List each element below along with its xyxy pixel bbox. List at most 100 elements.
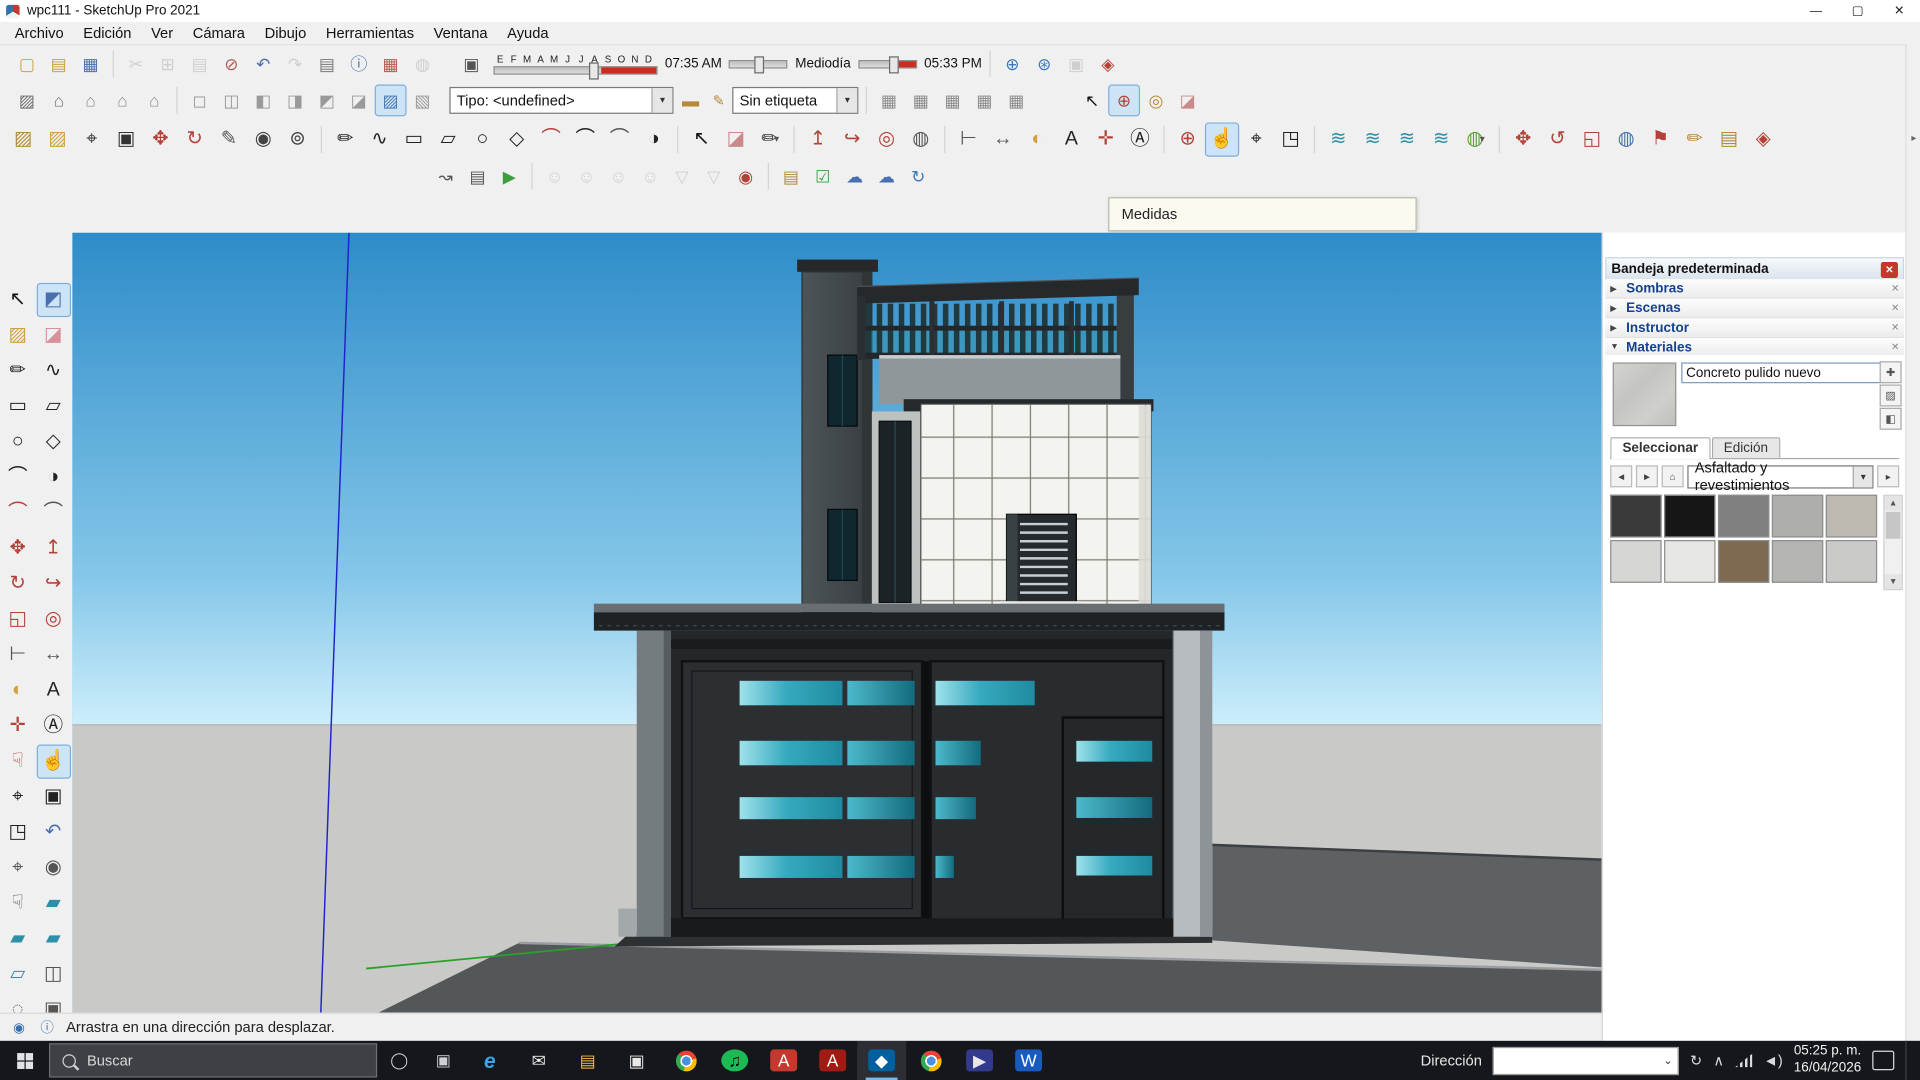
taskbar-app-mail[interactable]: ✉ — [514, 1041, 563, 1080]
back-edges-button[interactable]: ▧ — [408, 85, 437, 114]
start-button[interactable] — [0, 1041, 49, 1080]
style-a-button[interactable]: ▽ — [667, 162, 696, 191]
arc-tool-button[interactable]: ⌒ — [535, 123, 567, 155]
shaded-button[interactable]: ◧ — [249, 85, 278, 114]
style-edit-button[interactable]: ▨ — [12, 85, 41, 114]
follow-me-tool[interactable]: ↪ — [37, 568, 69, 600]
paint-bucket-button[interactable]: ▨ — [7, 123, 39, 155]
paint-roller-button[interactable]: ▬ — [676, 85, 705, 114]
sync-button[interactable]: ↻ — [904, 162, 933, 191]
taskbar-app-acrobat[interactable]: A — [808, 1041, 857, 1080]
3d-text-tool[interactable]: Ⓐ — [37, 710, 69, 742]
material-category-dropdown[interactable]: Asfaltado y revestimientos ▾ — [1687, 465, 1873, 488]
run-extension-button[interactable]: ▶ — [495, 162, 524, 191]
tape-measure-button[interactable]: ⊢ — [953, 123, 985, 155]
dimension-tool[interactable]: ↔ — [37, 639, 69, 671]
axes-tool-button[interactable]: ✛ — [1090, 123, 1122, 155]
section-layers-button-4[interactable]: ≋ — [1425, 123, 1457, 155]
zoom-extents-tool[interactable]: ◳ — [2, 817, 34, 849]
house-model[interactable] — [72, 233, 1601, 1013]
flag-button[interactable]: ⚑ — [1644, 123, 1676, 155]
zoom-tool-button[interactable]: ⌖ — [76, 123, 108, 155]
sample-paint-button[interactable]: ✎ — [213, 123, 245, 155]
scale-tool[interactable]: ◱ — [2, 604, 34, 636]
section-fill-tool[interactable]: ▰ — [2, 923, 34, 955]
section-close-button[interactable]: ✕ — [1891, 302, 1899, 313]
layers-grid-button-3[interactable]: ▦ — [938, 85, 967, 114]
menu-ayuda[interactable]: Ayuda — [497, 24, 558, 41]
rotated-rectangle-button[interactable]: ▱ — [432, 123, 464, 155]
taskbar-search[interactable]: Buscar — [49, 1043, 377, 1077]
open-button[interactable]: ▤ — [44, 49, 73, 78]
zoom-in-button[interactable]: ⌖ — [1240, 123, 1272, 155]
add-location-button[interactable]: ⊕ — [998, 49, 1027, 78]
back-button[interactable]: ◄ — [1610, 465, 1632, 487]
delete-button[interactable]: ⊘ — [217, 49, 246, 78]
eraser-tool-button[interactable]: ◪ — [720, 123, 752, 155]
axes-rotate-button[interactable]: ↺ — [1542, 123, 1574, 155]
taskbar-app-media-app[interactable]: ▶ — [955, 1041, 1004, 1080]
scroll-down-icon[interactable]: ▼ — [1884, 574, 1901, 589]
shadows-toggle-button[interactable]: ▣ — [457, 49, 486, 78]
circle-tool[interactable]: ○ — [2, 426, 34, 458]
dropdown-arrow-icon[interactable]: ▾ — [1480, 133, 1485, 144]
taskbar-app-word[interactable]: W — [1004, 1041, 1053, 1080]
shadow-date-slider[interactable]: EFMAMJJASOND — [493, 53, 657, 74]
record-video-button[interactable]: ◉ — [731, 162, 760, 191]
wireframe-button[interactable]: ◻ — [185, 85, 214, 114]
dimension-button[interactable]: ↔ — [987, 123, 1019, 155]
eraser-tool[interactable]: ◪ — [37, 320, 69, 352]
new-document-button[interactable]: ▢ — [12, 49, 41, 78]
style-b-button[interactable]: ▽ — [699, 162, 728, 191]
protractor-tool[interactable]: ◐ — [2, 675, 34, 707]
scroll-thumb[interactable] — [1886, 512, 1901, 539]
paint-sample-button[interactable]: ▨ — [1880, 384, 1902, 406]
select-cursor-button[interactable]: ↖ — [1078, 85, 1107, 114]
offset-tool[interactable]: ◎ — [37, 604, 69, 636]
pie-tool[interactable]: ◑ — [37, 462, 69, 494]
line-tool-button[interactable]: ✏ — [329, 123, 361, 155]
polygon-tool-button[interactable]: ◇ — [501, 123, 533, 155]
tray-close-button[interactable]: ✕ — [1881, 261, 1898, 277]
volume-icon[interactable]: ◄) — [1763, 1052, 1782, 1069]
walk-feet-tool[interactable]: ☟ — [2, 888, 34, 920]
iso-view-button[interactable]: ⌂ — [76, 85, 105, 114]
top-view-button[interactable]: ⌂ — [108, 85, 137, 114]
axes-scale-button[interactable]: ◱ — [1576, 123, 1608, 155]
look-around-tool[interactable]: ◉ — [37, 852, 69, 884]
layers-grid-button-1[interactable]: ▦ — [874, 85, 903, 114]
axes-tool[interactable]: ✛ — [2, 710, 34, 742]
shaded-textures-button[interactable]: ◨ — [280, 85, 309, 114]
text-tool[interactable]: A — [37, 675, 69, 707]
cortana-icon[interactable]: ◯ — [377, 1041, 421, 1080]
previous-view-tool[interactable]: ↶ — [37, 817, 69, 849]
pie-tool-button[interactable]: ◑ — [638, 123, 670, 155]
two-point-arc-tool[interactable]: ⌒ — [2, 497, 34, 529]
line-style-button[interactable]: ✏▾ — [754, 123, 786, 155]
refresh-icon[interactable]: ↻ — [1690, 1052, 1702, 1069]
taskbar-app-chrome-2[interactable] — [906, 1041, 955, 1080]
copy-button[interactable]: ⊞ — [153, 49, 182, 78]
tape-measure-tool[interactable]: ⊢ — [2, 639, 34, 671]
rectangle-tool[interactable]: ▭ — [2, 391, 34, 423]
look-eye-button[interactable]: ◉ — [247, 123, 279, 155]
zoom-window-button[interactable]: ▣ — [110, 123, 142, 155]
menu-dibujo[interactable]: Dibujo — [255, 24, 316, 41]
time-slider-thumb-2[interactable] — [889, 56, 899, 73]
credits-info-icon[interactable]: ⓘ — [38, 1018, 56, 1036]
section-close-button[interactable]: ✕ — [1891, 322, 1899, 333]
freehand-tool[interactable]: ∿ — [37, 355, 69, 387]
layers-grid-button-2[interactable]: ▦ — [906, 85, 935, 114]
section-layers-button-3[interactable]: ≋ — [1391, 123, 1423, 155]
hidden-icons-chevron[interactable]: ∧ — [1713, 1052, 1724, 1069]
menu-edicin[interactable]: Edición — [73, 24, 141, 41]
swatch-scrollbar[interactable]: ▲ ▼ — [1883, 495, 1903, 591]
protractor-button[interactable]: ◐ — [1021, 123, 1053, 155]
eraser-mode-button[interactable]: ◪ — [1173, 85, 1202, 114]
front-view-button[interactable]: ⌂ — [140, 85, 169, 114]
menu-cmara[interactable]: Cámara — [183, 24, 255, 41]
section-plane-tool[interactable]: ▰ — [37, 888, 69, 920]
photo-textures-button[interactable]: ▣ — [1061, 49, 1090, 78]
preferences-button[interactable]: ▦ — [376, 49, 405, 78]
minimize-button[interactable]: — — [1795, 0, 1837, 22]
